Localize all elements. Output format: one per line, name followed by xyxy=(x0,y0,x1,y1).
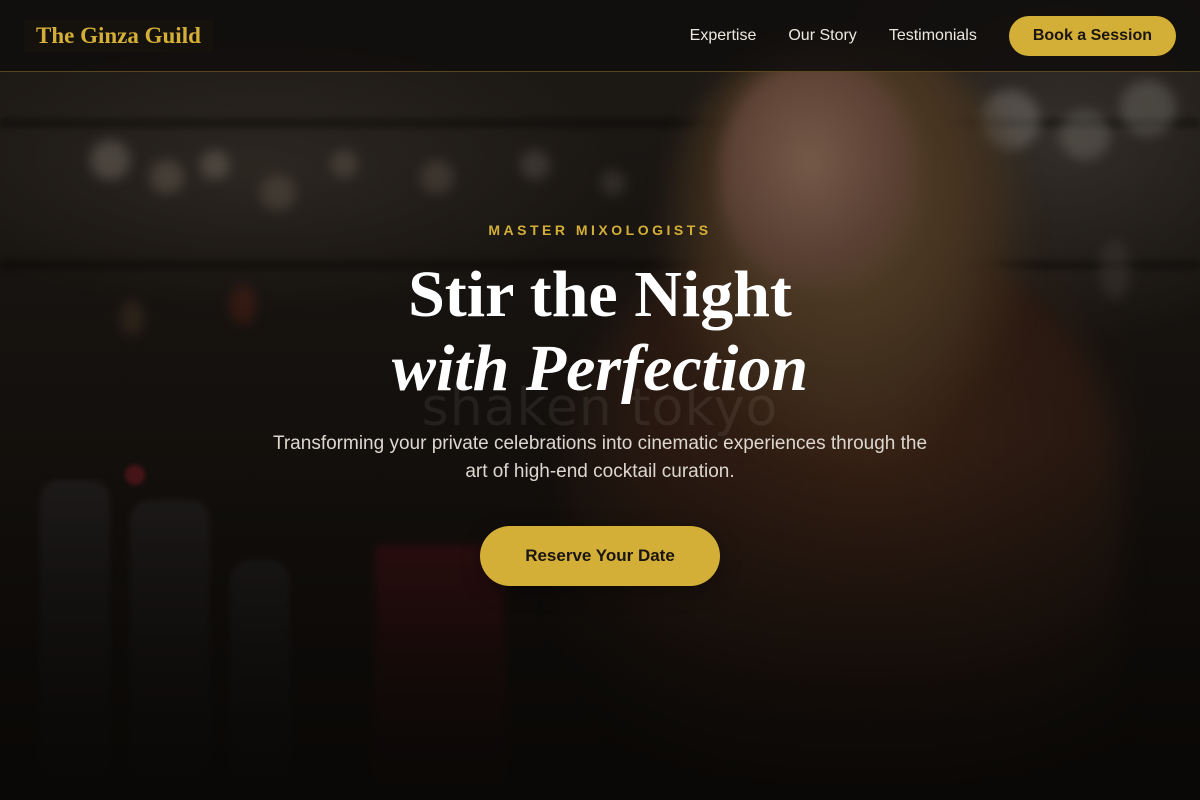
hero-eyebrow: MASTER MIXOLOGISTS xyxy=(488,222,712,238)
reserve-date-button[interactable]: Reserve Your Date xyxy=(480,526,720,586)
site-header: The Ginza Guild Expertise Our Story Test… xyxy=(0,0,1200,72)
hero-subtitle: Transforming your private celebrations i… xyxy=(272,433,928,482)
hero-title-line1: Stir the Night xyxy=(408,258,792,331)
hero-title-line2: with Perfection xyxy=(391,332,809,405)
main-nav: Expertise Our Story Testimonials Book a … xyxy=(690,15,1176,56)
landing-page: shaken tokyo The Ginza Guild Expertise O… xyxy=(0,0,1200,800)
nav-link-expertise[interactable]: Expertise xyxy=(690,27,757,45)
hero-section: MASTER MIXOLOGISTS Stir the Night with P… xyxy=(0,222,1200,586)
book-session-button[interactable]: Book a Session xyxy=(1008,15,1176,56)
hero-title: Stir the Night with Perfection xyxy=(0,258,1200,406)
nav-link-our-story[interactable]: Our Story xyxy=(788,27,856,45)
nav-link-testimonials[interactable]: Testimonials xyxy=(889,27,977,45)
brand-logo[interactable]: The Ginza Guild xyxy=(24,19,213,52)
